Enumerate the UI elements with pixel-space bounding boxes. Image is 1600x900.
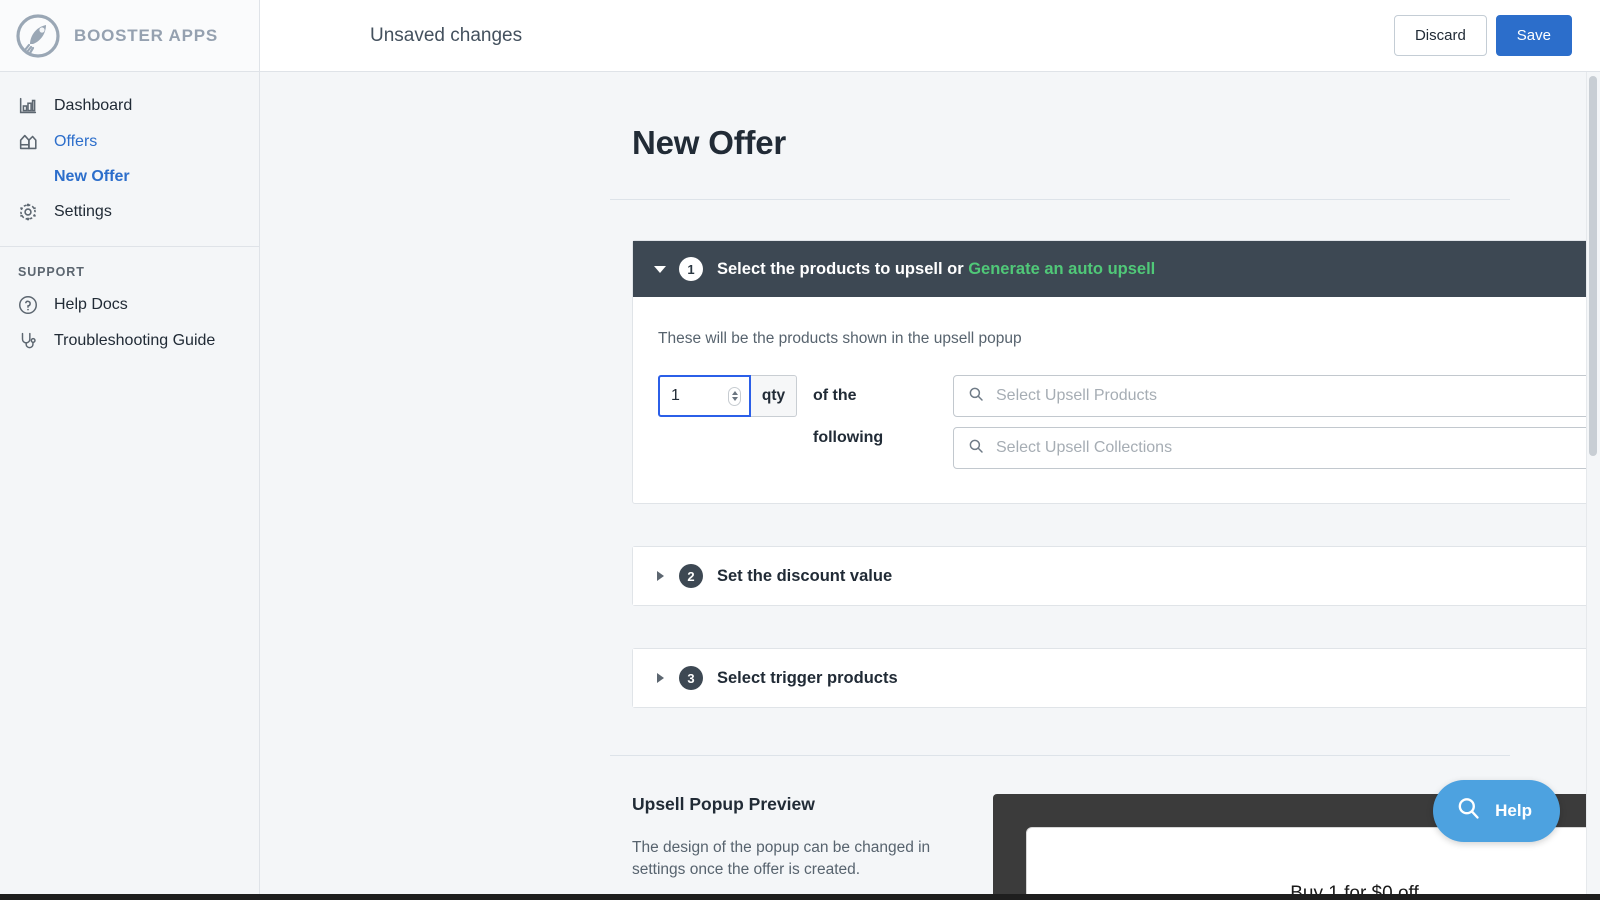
upsell-search-column: Select Upsell Products Select Upsell Col…	[953, 375, 1600, 469]
sidebar-item-label: Settings	[54, 203, 112, 220]
qty-value: 1	[671, 387, 680, 404]
sidebar-item-settings[interactable]: Settings	[0, 194, 259, 230]
save-button[interactable]: Save	[1495, 15, 1572, 56]
page-title: New Offer	[632, 124, 787, 161]
sidebar-item-offers[interactable]: Offers	[0, 124, 259, 160]
top-bar: Unsaved changes Discard Save	[260, 0, 1600, 72]
step-1-body: These will be the products shown in the …	[633, 297, 1600, 503]
step-1-help-text: These will be the products shown in the …	[658, 330, 1022, 347]
stethoscope-icon	[16, 329, 40, 353]
step-number-badge: 1	[679, 257, 703, 281]
search-icon	[967, 437, 985, 460]
upsell-collections-placeholder: Select Upsell Collections	[996, 439, 1173, 456]
sidebar-subitem-new-offer[interactable]: New Offer	[0, 160, 259, 194]
sidebar-item-label: Offers	[54, 133, 98, 150]
upsell-products-placeholder: Select Upsell Products	[996, 387, 1157, 404]
question-circle-icon	[16, 293, 40, 317]
sidebar: BOOSTER APPS Dashboard Offers New Offer …	[0, 0, 260, 900]
help-button-label: Help	[1495, 801, 1532, 820]
upsell-form-row: 1 qty of the following Select Upsell Pro…	[658, 375, 1600, 469]
chevron-right-icon[interactable]	[651, 673, 669, 683]
sidebar-subitem-label: New Offer	[54, 168, 130, 185]
panel-gap	[632, 606, 1600, 648]
qty-spinner-icon[interactable]	[728, 386, 741, 406]
preview-section: Upsell Popup Preview The design of the p…	[260, 756, 1600, 900]
generate-auto-upsell-link[interactable]: Generate an auto upsell	[968, 260, 1155, 278]
content-scroll-area: New Offer 1 Select the products to upsel…	[260, 72, 1600, 900]
gear-icon	[16, 200, 40, 224]
upsell-products-search[interactable]: Select Upsell Products	[953, 375, 1600, 417]
qty-suffix-label: qty	[751, 375, 797, 417]
bar-chart-icon	[16, 94, 40, 118]
steps-list: 1 Select the products to upsell or Gener…	[260, 200, 1600, 708]
step-1-title: Select the products to upsell or Generat…	[717, 260, 1155, 279]
preview-description: The design of the popup can be changed i…	[632, 839, 931, 879]
price-tag-icon	[16, 130, 40, 154]
scrollbar-thumb[interactable]	[1589, 76, 1597, 456]
step-2-header[interactable]: 2 Set the discount value	[633, 547, 1600, 605]
step-3-title: Select trigger products	[717, 668, 898, 687]
chevron-right-icon[interactable]	[651, 571, 669, 581]
step-panel-2: 2 Set the discount value	[632, 546, 1600, 606]
preview-text-column: Upsell Popup Preview The design of the p…	[632, 794, 962, 882]
of-the-following-label: of the following	[813, 387, 884, 446]
step-1-header[interactable]: 1 Select the products to upsell or Gener…	[633, 241, 1600, 297]
help-button[interactable]: Help	[1433, 780, 1560, 842]
quantity-stepper[interactable]: 1 qty	[658, 375, 797, 417]
chevron-down-icon[interactable]	[651, 265, 669, 273]
vertical-scrollbar[interactable]	[1586, 72, 1600, 894]
sidebar-support-heading: SUPPORT	[18, 265, 85, 279]
discard-button[interactable]: Discard	[1393, 15, 1487, 56]
rocket-icon	[16, 13, 60, 58]
sidebar-item-label: Help Docs	[54, 296, 128, 313]
topbar-actions: Discard Save	[1393, 15, 1572, 56]
main-area: Unsaved changes Discard Save New Offer 1…	[260, 0, 1600, 900]
sidebar-nav: Dashboard Offers New Offer Settings SUPP…	[0, 72, 259, 359]
step-panel-1: 1 Select the products to upsell or Gener…	[632, 240, 1600, 504]
step-panel-3: 3 Select trigger products	[632, 648, 1600, 708]
preview-heading: Upsell Popup Preview	[632, 794, 815, 814]
sidebar-item-troubleshooting-guide[interactable]: Troubleshooting Guide	[0, 323, 259, 359]
search-icon	[967, 385, 985, 408]
window-bottom-bar	[0, 894, 1600, 900]
step-1-title-text: Select the products to upsell or	[717, 259, 969, 278]
sidebar-item-help-docs[interactable]: Help Docs	[0, 287, 259, 323]
step-2-title: Set the discount value	[717, 566, 893, 585]
app-root: BOOSTER APPS Dashboard Offers New Offer …	[0, 0, 1600, 900]
search-help-icon	[1455, 795, 1482, 827]
qty-input[interactable]: 1	[658, 375, 751, 417]
unsaved-changes-status: Unsaved changes	[370, 24, 523, 46]
sidebar-item-label: Troubleshooting Guide	[54, 332, 216, 349]
sidebar-item-label: Dashboard	[54, 97, 133, 114]
step-3-header[interactable]: 3 Select trigger products	[633, 649, 1600, 707]
brand-header[interactable]: BOOSTER APPS	[0, 0, 259, 72]
step-number-badge: 3	[679, 666, 703, 690]
brand-name: BOOSTER APPS	[74, 25, 219, 45]
step-number-badge: 2	[679, 564, 703, 588]
sidebar-item-dashboard[interactable]: Dashboard	[0, 88, 259, 124]
panel-gap	[632, 504, 1600, 546]
upsell-collections-search[interactable]: Select Upsell Collections	[953, 427, 1600, 469]
